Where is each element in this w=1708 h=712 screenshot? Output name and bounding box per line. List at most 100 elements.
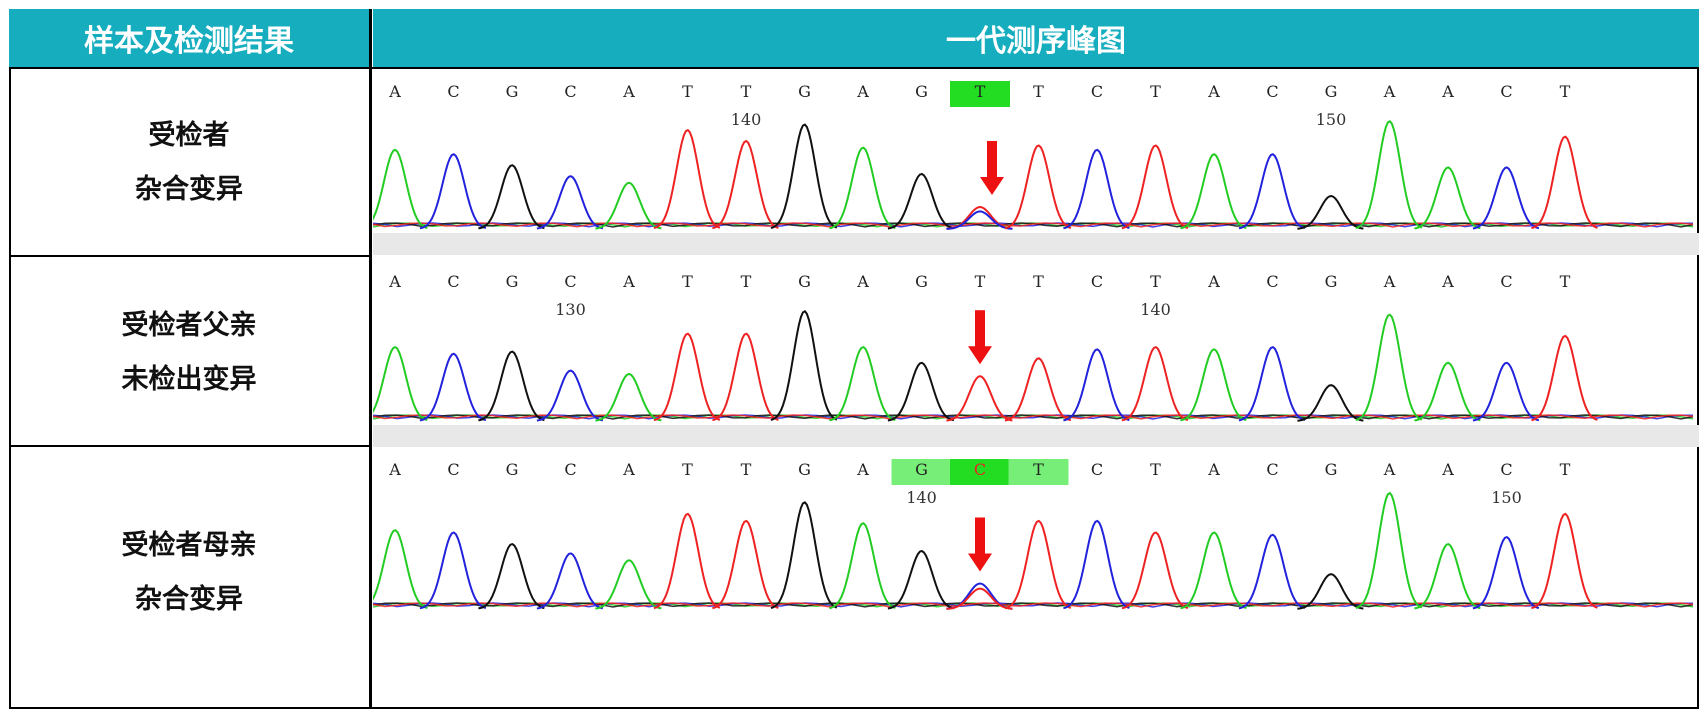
variant-arrow-head: [968, 553, 992, 572]
base-call-12: C: [1091, 272, 1103, 291]
base-call-16: G: [1325, 82, 1338, 101]
variant-arrow-shaft: [987, 141, 997, 179]
base-call-18: A: [1441, 272, 1454, 291]
base-call-20: T: [1560, 460, 1571, 479]
base-call-19: C: [1500, 460, 1512, 479]
variant-arrow-head: [968, 346, 992, 365]
peak-8: [829, 146, 896, 230]
base-call-16: G: [1325, 272, 1338, 291]
variant-arrow-shaft: [975, 310, 985, 349]
peak-2: [478, 164, 545, 230]
peak-2: [478, 542, 545, 610]
peak-18: [1414, 542, 1481, 610]
peak-13: [1121, 531, 1189, 610]
base-call-2: G: [506, 460, 519, 479]
base-call-5: T: [682, 460, 693, 479]
chromatogram-mother-svg: A C G C A T T G A G C T C T A C G A A C T 140 150: [361, 459, 1694, 610]
peak-18: [1414, 166, 1481, 230]
chromatogram-proband: A C G C A T T G A G T T C T A C G A A C T 140 150: [361, 69, 1699, 257]
peak-8: [829, 522, 896, 610]
variant-arrow-head: [980, 177, 1004, 195]
proband-title: 受检者: [148, 120, 230, 151]
mother-result: 杂合变异: [135, 584, 243, 615]
peak-7: [770, 123, 838, 230]
peak-14: [1180, 348, 1247, 422]
base-call-7: G: [798, 82, 811, 101]
peak-5: [653, 332, 721, 422]
peak-0: [361, 345, 428, 422]
base-call-13: T: [1150, 460, 1161, 479]
peak-9: [887, 361, 955, 422]
trace-band: [373, 425, 1699, 447]
peak-12: [1063, 348, 1130, 422]
peak-7: [770, 501, 838, 610]
base-call-7: G: [798, 460, 811, 479]
base-call-7: G: [798, 272, 811, 291]
peak-3: [536, 175, 604, 230]
base-call-14: A: [1207, 82, 1220, 101]
header-sample-results: 样本及检测结果: [9, 9, 369, 67]
peak-20: [1531, 512, 1598, 610]
base-call-6: T: [741, 82, 752, 101]
base-call-6: T: [741, 272, 752, 291]
base-call-19: C: [1500, 82, 1512, 101]
peak-9: [887, 172, 955, 230]
peak-15: [1238, 533, 1306, 610]
base-call-18: A: [1441, 82, 1454, 101]
peak-18: [1414, 361, 1481, 422]
base-call-13: T: [1150, 82, 1161, 101]
base-call-15: C: [1266, 460, 1278, 479]
peak-5: [653, 128, 721, 230]
base-call-1: C: [447, 272, 459, 291]
base-call-4: A: [622, 460, 635, 479]
peak-14: [1180, 153, 1247, 230]
base-call-0: A: [388, 272, 401, 291]
peak-10: [946, 375, 1013, 422]
peak-20: [1531, 135, 1598, 230]
base-call-11: T: [1033, 460, 1044, 479]
base-call-14: A: [1207, 272, 1220, 291]
peak-12: [1063, 519, 1130, 610]
base-call-20: T: [1560, 82, 1571, 101]
position-label-0: 140: [906, 488, 937, 507]
peak-0: [361, 148, 428, 230]
peak-9: [887, 549, 955, 610]
base-call-12: C: [1091, 460, 1103, 479]
base-call-3: C: [564, 460, 576, 479]
base-call-17: A: [1383, 82, 1396, 101]
variant-arrow-shaft: [975, 517, 985, 556]
position-label-1: 150: [1491, 488, 1522, 507]
chromatogram-father-svg: A C G C A T T G A G T T C T A C G A A C T 130 140: [361, 272, 1699, 447]
base-call-12: C: [1091, 82, 1103, 101]
peak-4: [595, 181, 662, 230]
peak-17: [1355, 120, 1423, 230]
peak-8: [829, 345, 896, 422]
base-call-18: A: [1441, 460, 1454, 479]
position-label-0: 140: [731, 110, 762, 129]
base-call-2: G: [506, 82, 519, 101]
base-call-10: T: [975, 82, 986, 101]
base-call-11: T: [1033, 272, 1044, 291]
base-call-9: G: [915, 272, 928, 291]
table-bottom-border: [9, 707, 1699, 709]
father-title: 受检者父亲: [121, 310, 257, 341]
peak-0: [361, 529, 428, 610]
base-call-8: A: [856, 82, 869, 101]
peak-4: [595, 559, 662, 610]
peak-1: [419, 352, 487, 422]
base-call-6: T: [741, 460, 752, 479]
base-call-8: A: [856, 460, 869, 479]
base-call-17: A: [1383, 272, 1396, 291]
base-call-9: G: [915, 82, 928, 101]
peak-7: [770, 310, 838, 421]
base-call-10: C: [974, 460, 986, 479]
peak-20: [1531, 334, 1598, 422]
base-call-5: T: [682, 272, 693, 291]
base-call-4: A: [622, 82, 635, 101]
peak-4: [595, 372, 662, 422]
base-call-10: T: [975, 272, 986, 291]
base-call-19: C: [1500, 272, 1512, 291]
peak-17: [1355, 313, 1423, 422]
base-call-14: A: [1207, 460, 1220, 479]
base-call-1: C: [447, 82, 459, 101]
